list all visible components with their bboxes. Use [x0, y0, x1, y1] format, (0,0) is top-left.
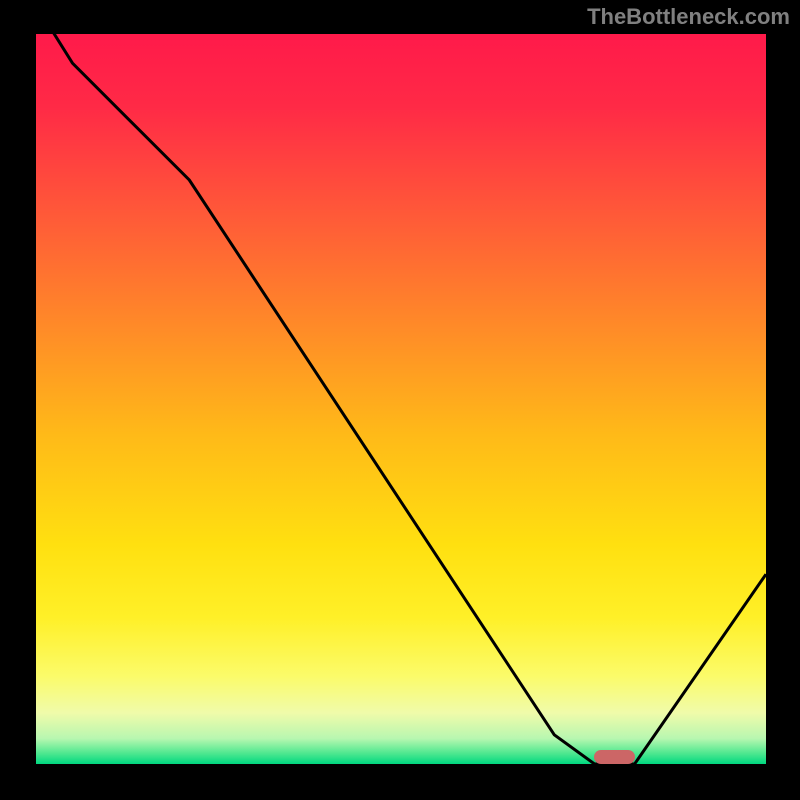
- plot-area: [36, 34, 766, 764]
- optimal-marker: [594, 750, 634, 764]
- attribution-text: TheBottleneck.com: [587, 4, 790, 30]
- bottleneck-curve: [36, 34, 766, 764]
- chart-container: TheBottleneck.com: [0, 0, 800, 800]
